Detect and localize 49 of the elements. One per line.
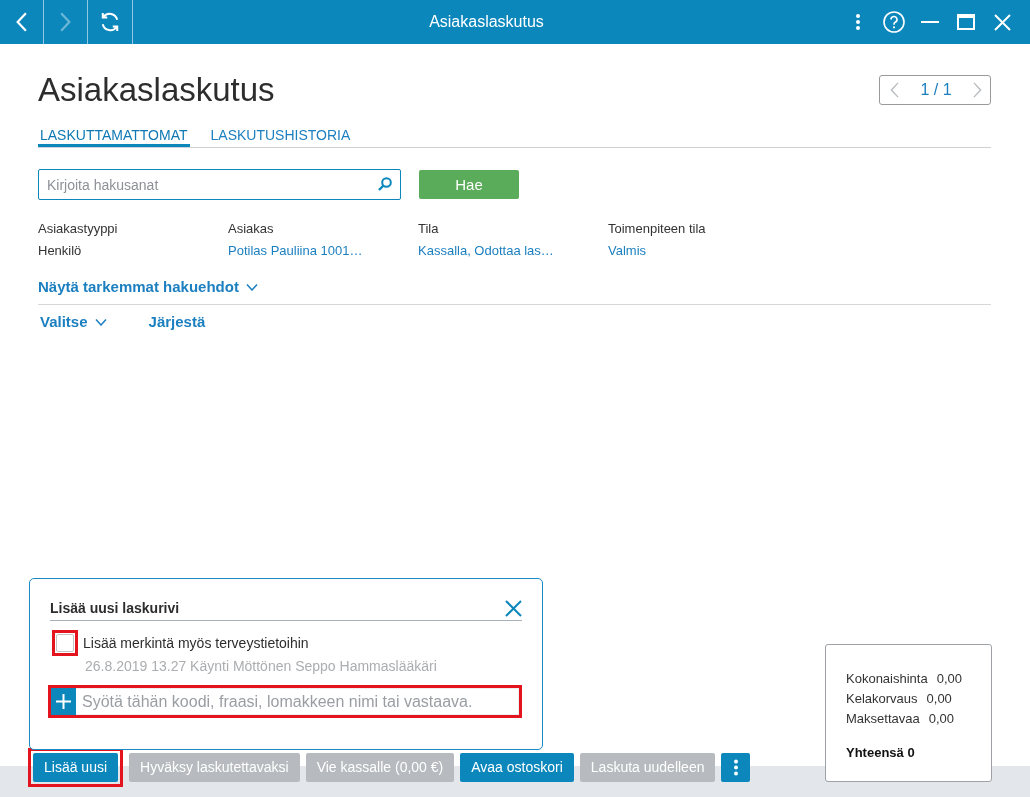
summary-label: Kokonaishinta <box>846 670 928 688</box>
kebab-menu-icon <box>734 758 738 776</box>
filter-value-link[interactable]: Valmis <box>608 240 647 262</box>
summary-label: Maksettavaa <box>846 710 920 728</box>
action-button[interactable]: Avaa ostoskori <box>460 752 574 782</box>
filter-label: Asiakas <box>228 220 274 238</box>
chevron-right-icon <box>973 82 982 98</box>
summary-label: Kelakorvaus <box>846 690 918 708</box>
tab[interactable]: LASKUTUSHISTORIA <box>208 124 353 147</box>
page-title: Asiakaslaskutus <box>38 70 275 110</box>
select-dropdown[interactable]: Valitse <box>38 311 107 333</box>
summary-value: 0,00 <box>936 670 962 688</box>
summary-value: 0,00 <box>926 690 952 708</box>
tab[interactable]: LASKUTTAMATTOMAT <box>38 124 190 147</box>
plus-icon <box>56 694 71 709</box>
chevron-right-icon <box>60 12 71 32</box>
search-icon <box>378 177 392 191</box>
close-icon <box>505 599 522 617</box>
filter-label: Asiakastyyppi <box>38 220 118 238</box>
chevron-left-icon <box>890 82 899 98</box>
code-input-field[interactable]: Syötä tähän koodi, fraasi, lomakkeen nimi tai vastaava. <box>76 688 519 715</box>
visit-info: 26.8.2019 13.27 Käynti Möttönen Seppo Hammaslääkäri <box>85 657 437 676</box>
checkbox-label: Lisää merkintä myös terveystietoihin <box>83 635 309 651</box>
window-title: Asiakaslaskutus <box>429 13 544 31</box>
panel-close-button[interactable] <box>505 599 522 617</box>
summary-total: Yhteensä 0 <box>846 744 915 762</box>
sort-link[interactable]: Järjestä <box>146 311 206 333</box>
search-button[interactable]: Hae <box>419 170 519 199</box>
maximize-icon <box>957 14 975 30</box>
more-filters-toggle[interactable]: Näytä tarkemmat hakuehdot <box>38 276 258 298</box>
filter-value: Henkilö <box>38 242 82 260</box>
panel-title: Lisää uusi laskurivi <box>50 599 180 618</box>
chevron-left-icon <box>16 12 27 32</box>
more-button[interactable] <box>721 752 751 782</box>
filter-label: Toimenpiteen tila <box>608 220 706 238</box>
action-button[interactable]: Lisää uusi <box>33 752 119 782</box>
refresh-icon <box>100 12 120 32</box>
help-icon <box>883 11 905 33</box>
summary-value: 0,00 <box>928 710 954 728</box>
kebab-menu-icon <box>856 14 860 30</box>
filter-value-link[interactable]: Potilas Pauliina 1001… <box>228 240 363 262</box>
filter-label: Tila <box>418 220 439 238</box>
filter-value-link[interactable]: Kassalla, Odottaa las… <box>418 240 554 262</box>
search-field[interactable]: Kirjoita hakusanat <box>38 169 401 200</box>
page-indicator: 1 / 1 <box>920 81 952 99</box>
add-button[interactable] <box>51 688 76 715</box>
chevron-down-icon <box>94 318 107 326</box>
minimize-icon <box>921 21 939 23</box>
close-icon <box>993 13 1011 31</box>
